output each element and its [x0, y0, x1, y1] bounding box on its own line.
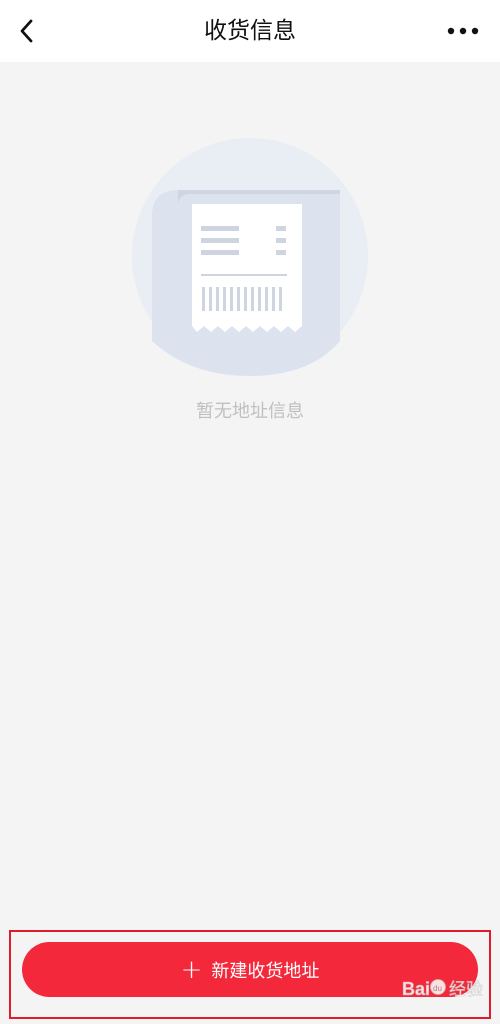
- add-address-label: 新建收货地址: [211, 960, 320, 982]
- baidu-jingyan-watermark: Bai du 经验: [402, 970, 494, 1004]
- more-options-button[interactable]: [438, 13, 488, 49]
- svg-text:经验: 经验: [449, 980, 483, 1000]
- receipt-illustration: [130, 136, 370, 376]
- top-navigation-bar: 收货信息: [0, 0, 500, 62]
- more-horizontal-icon: [447, 27, 479, 35]
- svg-text:du: du: [433, 984, 442, 993]
- page-title: 收货信息: [204, 18, 296, 44]
- empty-address-message: 暂无地址信息: [196, 401, 304, 422]
- svg-text:Bai: Bai: [402, 979, 430, 999]
- plus-icon: +: [180, 954, 203, 985]
